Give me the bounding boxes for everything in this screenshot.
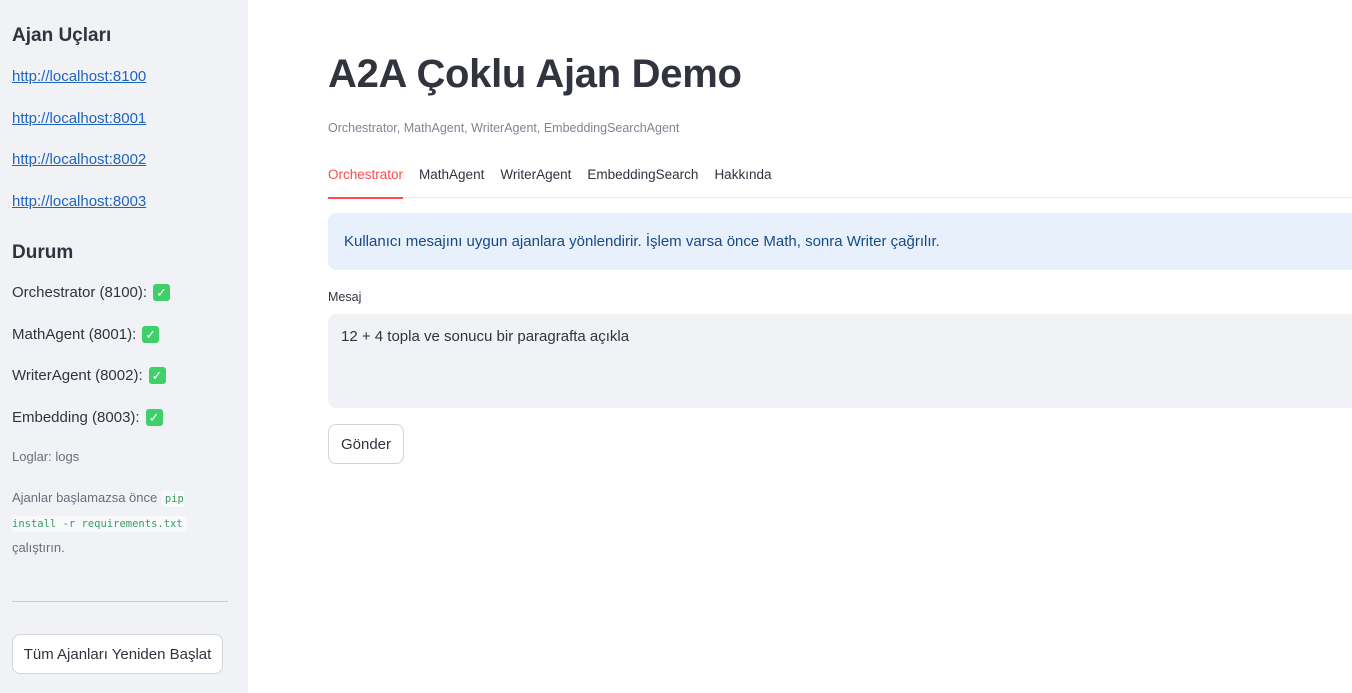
tab-orchestrator[interactable]: Orchestrator xyxy=(328,160,404,199)
tab-embeddingsearch[interactable]: EmbeddingSearch xyxy=(587,160,698,198)
install-note-suffix: çalıştırın. xyxy=(12,540,65,555)
status-label: Orchestrator (8100): xyxy=(12,284,148,301)
logs-caption: Loglar: logs xyxy=(12,449,80,464)
check-icon: ✓ xyxy=(142,326,160,343)
tab-about[interactable]: Hakkında xyxy=(714,160,771,198)
page-subtitle: Orchestrator, MathAgent, WriterAgent, Em… xyxy=(328,121,680,135)
endpoint-link-8003[interactable]: http://localhost:8003 xyxy=(12,193,146,210)
endpoint-link-8100[interactable]: http://localhost:8100 xyxy=(12,68,146,85)
install-note-prefix: Ajanlar başlamazsa önce xyxy=(12,490,158,505)
info-alert: Kullanıcı mesajını uygun ajanlara yönlen… xyxy=(328,213,1352,270)
endpoints-heading: Ajan Uçları xyxy=(12,25,112,46)
message-textarea[interactable]: 12 + 4 topla ve sonucu bir paragrafta aç… xyxy=(328,314,1352,408)
status-row-embedding: Embedding (8003): ✓ xyxy=(12,409,163,426)
status-label: WriterAgent (8002): xyxy=(12,367,143,384)
sidebar: Ajan Uçları http://localhost:8100 http:/… xyxy=(0,0,248,693)
install-note: Ajanlar başlamazsa önce pip install -r r… xyxy=(12,486,212,559)
tab-bar: Orchestrator MathAgent WriterAgent Embed… xyxy=(328,160,1352,199)
check-icon: ✓ xyxy=(153,284,171,301)
info-alert-text: Kullanıcı mesajını uygun ajanlara yönlen… xyxy=(344,233,940,250)
status-row-mathagent: MathAgent (8001): ✓ xyxy=(12,326,160,343)
message-label: Mesaj xyxy=(328,290,362,304)
status-heading: Durum xyxy=(12,242,74,263)
main-content: A2A Çoklu Ajan Demo Orchestrator, MathAg… xyxy=(248,0,1352,693)
tab-mathagent[interactable]: MathAgent xyxy=(419,160,484,198)
endpoint-link-8002[interactable]: http://localhost:8002 xyxy=(12,151,146,168)
status-row-orchestrator: Orchestrator (8100): ✓ xyxy=(12,284,171,301)
check-icon: ✓ xyxy=(145,409,163,426)
restart-all-agents-button[interactable]: Tüm Ajanları Yeniden Başlat xyxy=(12,634,223,674)
sidebar-divider xyxy=(12,601,228,602)
send-button[interactable]: Gönder xyxy=(328,424,404,464)
status-label: Embedding (8003): xyxy=(12,409,140,426)
tab-writeragent[interactable]: WriterAgent xyxy=(500,160,571,198)
status-label: MathAgent (8001): xyxy=(12,326,137,343)
page-title: A2A Çoklu Ajan Demo xyxy=(328,52,742,96)
status-row-writeragent: WriterAgent (8002): ✓ xyxy=(12,367,166,384)
check-icon: ✓ xyxy=(148,367,166,384)
endpoint-link-8001[interactable]: http://localhost:8001 xyxy=(12,110,146,127)
app-root: Ajan Uçları http://localhost:8100 http:/… xyxy=(0,0,1352,693)
